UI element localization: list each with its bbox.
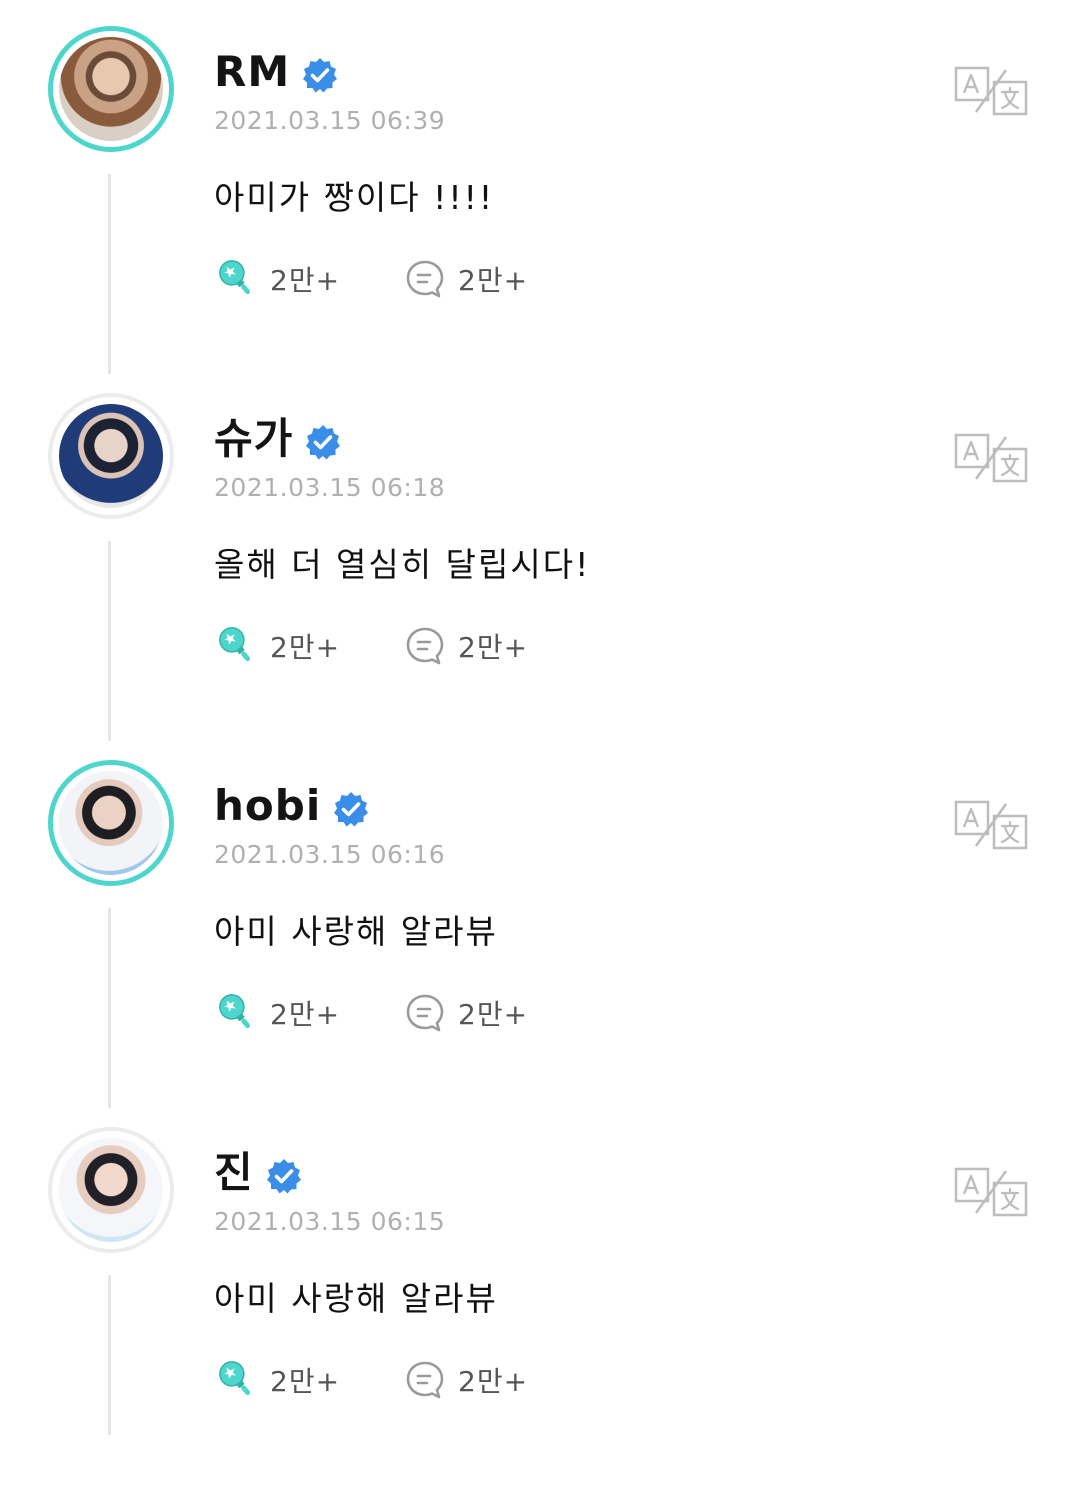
post-stats: 2만+ 2만+ — [214, 621, 528, 671]
avatar-ring[interactable] — [48, 1127, 174, 1253]
avatar — [59, 37, 163, 141]
thread-line — [108, 908, 111, 1108]
verified-badge-icon — [302, 57, 338, 93]
avatar — [59, 1138, 163, 1242]
comment-button[interactable]: 2만+ — [402, 1357, 528, 1403]
thread-line — [108, 541, 111, 741]
post-stats: 2만+ 2만+ — [214, 1355, 528, 1405]
light-stick-icon — [214, 623, 260, 669]
post-message[interactable]: 아미 사랑해 알라뷰 — [214, 1272, 498, 1320]
cheer-button[interactable]: 2만+ — [214, 990, 340, 1036]
verified-badge-icon — [266, 1158, 302, 1194]
post-message[interactable]: 아미 사랑해 알라뷰 — [214, 905, 498, 953]
cheer-button[interactable]: 2만+ — [214, 623, 340, 669]
avatar-ring[interactable] — [48, 26, 174, 152]
post-timestamp: 2021.03.15 06:15 — [214, 1207, 446, 1236]
avatar — [59, 771, 163, 875]
translate-icon[interactable] — [954, 433, 1028, 483]
author-row: RM — [214, 44, 338, 100]
cheer-count: 2만+ — [270, 998, 341, 1031]
cheer-button[interactable]: 2만+ — [214, 256, 340, 302]
translate-icon[interactable] — [954, 1167, 1028, 1217]
comment-button[interactable]: 2만+ — [402, 623, 528, 669]
cheer-button[interactable]: 2만+ — [214, 1357, 340, 1403]
post-item[interactable]: RM 2021.03.15 06:39 아미가 짱이다 !!!! 2만+ 2만+ — [0, 26, 1080, 393]
translate-icon[interactable] — [954, 66, 1028, 116]
post-message[interactable]: 올해 더 열심히 달립시다! — [214, 538, 590, 586]
comment-count: 2만+ — [458, 264, 529, 297]
comment-button[interactable]: 2만+ — [402, 990, 528, 1036]
author-name[interactable]: 슈가 — [214, 411, 293, 467]
author-row: 슈가 — [214, 411, 341, 467]
thread-line — [108, 174, 111, 374]
comment-count: 2만+ — [458, 998, 529, 1031]
post-item[interactable]: 진 2021.03.15 06:15 아미 사랑해 알라뷰 2만+ 2만+ — [0, 1127, 1080, 1494]
comment-bubble-icon — [402, 256, 448, 302]
comment-count: 2만+ — [458, 1365, 529, 1398]
cheer-count: 2만+ — [270, 631, 341, 664]
author-name[interactable]: RM — [214, 44, 290, 100]
post-stats: 2만+ 2만+ — [214, 254, 528, 304]
post-feed: RM 2021.03.15 06:39 아미가 짱이다 !!!! 2만+ 2만+… — [0, 0, 1080, 1435]
post-timestamp: 2021.03.15 06:18 — [214, 473, 446, 502]
comment-button[interactable]: 2만+ — [402, 256, 528, 302]
post-stats: 2만+ 2만+ — [214, 988, 528, 1038]
author-name[interactable]: 진 — [214, 1145, 254, 1201]
author-row: hobi — [214, 778, 369, 834]
comment-bubble-icon — [402, 1357, 448, 1403]
translate-icon[interactable] — [954, 800, 1028, 850]
author-name[interactable]: hobi — [214, 778, 321, 834]
verified-badge-icon — [333, 791, 369, 827]
avatar — [59, 404, 163, 508]
avatar-ring[interactable] — [48, 393, 174, 519]
author-row: 진 — [214, 1145, 302, 1201]
post-message[interactable]: 아미가 짱이다 !!!! — [214, 171, 494, 219]
cheer-count: 2만+ — [270, 264, 341, 297]
light-stick-icon — [214, 1357, 260, 1403]
verified-badge-icon — [305, 424, 341, 460]
comment-count: 2만+ — [458, 631, 529, 664]
comment-bubble-icon — [402, 623, 448, 669]
post-item[interactable]: 슈가 2021.03.15 06:18 올해 더 열심히 달립시다! 2만+ 2… — [0, 393, 1080, 760]
post-item[interactable]: hobi 2021.03.15 06:16 아미 사랑해 알라뷰 2만+ 2만+ — [0, 760, 1080, 1127]
comment-bubble-icon — [402, 990, 448, 1036]
avatar-ring[interactable] — [48, 760, 174, 886]
light-stick-icon — [214, 990, 260, 1036]
thread-line — [108, 1275, 111, 1435]
cheer-count: 2만+ — [270, 1365, 341, 1398]
post-timestamp: 2021.03.15 06:39 — [214, 106, 446, 135]
post-timestamp: 2021.03.15 06:16 — [214, 840, 446, 869]
light-stick-icon — [214, 256, 260, 302]
